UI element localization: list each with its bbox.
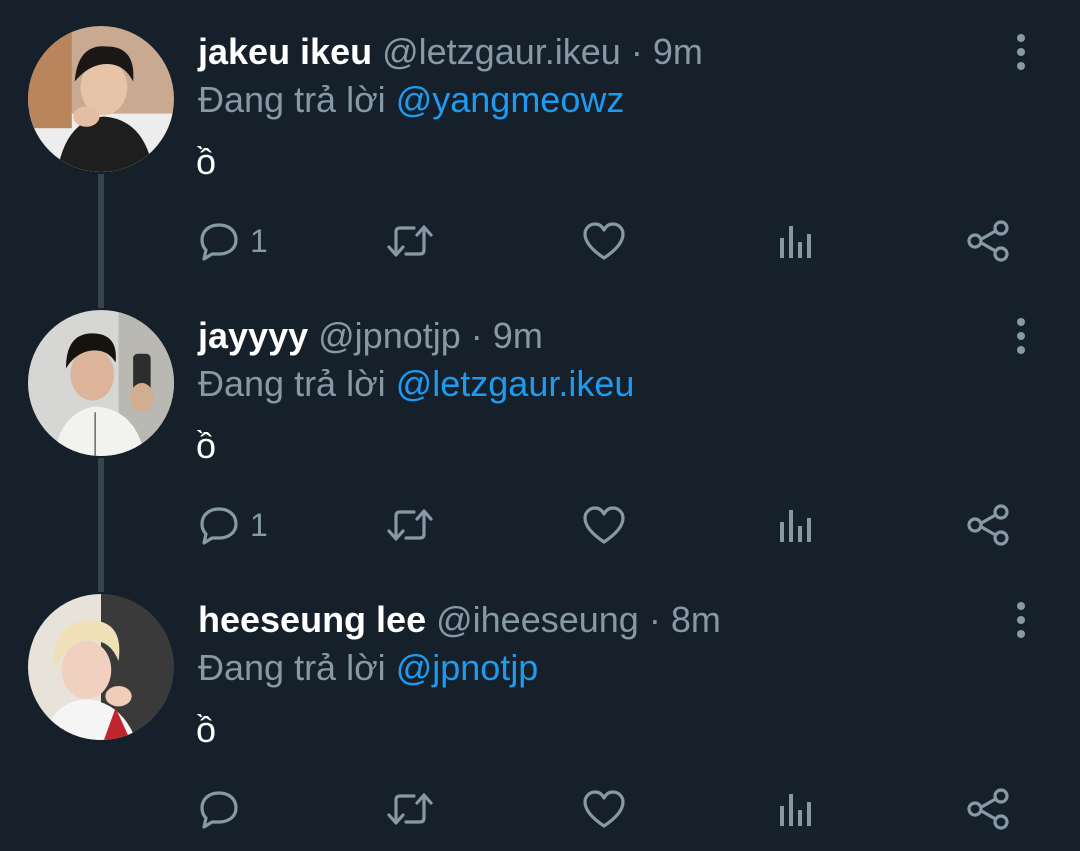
tweet-text: ồ [196, 425, 217, 466]
tweet-actions: 1 [0, 214, 1080, 268]
timestamp[interactable]: 9m [653, 31, 703, 72]
tweet-header: heeseung lee @iheeseung · 8m [198, 598, 721, 642]
user-handle[interactable]: @letzgaur.ikeu [382, 31, 621, 72]
user-handle[interactable]: @jpnotjp [318, 315, 461, 356]
separator-dot: · [630, 31, 643, 72]
replying-to-label: Đang trả lời [198, 79, 386, 120]
view-stats-button[interactable] [776, 782, 816, 836]
replying-to-line: Đang trả lời @yangmeowz [198, 78, 624, 122]
timestamp[interactable]: 8m [671, 599, 721, 640]
retweet-icon [387, 225, 433, 257]
reply-icon [200, 791, 238, 829]
stats-icon [780, 226, 811, 258]
share-button[interactable] [966, 214, 1010, 268]
reply-thread: jakeu ikeu @letzgaur.ikeu · 9m Đang trả … [0, 0, 1080, 851]
like-button[interactable] [582, 214, 626, 268]
tweet[interactable]: jakeu ikeu @letzgaur.ikeu · 9m Đang trả … [0, 0, 1080, 308]
retweet-icon [387, 509, 433, 541]
replying-to-mention[interactable]: @yangmeowz [396, 79, 625, 120]
replying-to-line: Đang trả lời @letzgaur.ikeu [198, 362, 634, 406]
reply-button[interactable]: 1 [198, 214, 268, 268]
tweet-header: jakeu ikeu @letzgaur.ikeu · 9m [198, 30, 703, 74]
view-stats-button[interactable] [776, 214, 816, 268]
like-button[interactable] [582, 498, 626, 552]
reply-button[interactable] [198, 782, 250, 836]
retweet-button[interactable] [386, 214, 434, 268]
share-button[interactable] [966, 782, 1010, 836]
like-button[interactable] [582, 782, 626, 836]
more-options-icon[interactable] [1008, 316, 1034, 356]
reply-count: 1 [250, 223, 268, 259]
like-icon [583, 790, 625, 828]
tweet[interactable]: jayyyy @jpnotjp · 9m Đang trả lời @letzg… [0, 284, 1080, 592]
stats-icon [780, 794, 811, 826]
share-icon [967, 220, 1009, 262]
display-name[interactable]: jakeu ikeu [198, 31, 372, 72]
like-icon [583, 506, 625, 544]
avatar[interactable] [28, 26, 174, 172]
tweet-text: ồ [196, 709, 217, 750]
replying-to-label: Đang trả lời [198, 363, 386, 404]
avatar[interactable] [28, 594, 174, 740]
tweet-header: jayyyy @jpnotjp · 9m [198, 314, 543, 358]
view-stats-button[interactable] [776, 498, 816, 552]
retweet-button[interactable] [386, 782, 434, 836]
reply-icon [200, 223, 238, 261]
replying-to-mention[interactable]: @jpnotjp [396, 647, 539, 688]
user-handle[interactable]: @iheeseung [436, 599, 639, 640]
display-name[interactable]: heeseung lee [198, 599, 426, 640]
tweet-text: ồ [196, 141, 217, 182]
retweet-button[interactable] [386, 498, 434, 552]
share-icon [967, 504, 1009, 546]
tweet-actions [0, 782, 1080, 836]
replying-to-line: Đang trả lời @jpnotjp [198, 646, 538, 690]
replying-to-mention[interactable]: @letzgaur.ikeu [396, 363, 635, 404]
stats-icon [780, 510, 811, 542]
replying-to-label: Đang trả lời [198, 647, 386, 688]
more-options-icon[interactable] [1008, 32, 1034, 72]
avatar[interactable] [28, 310, 174, 456]
like-icon [583, 222, 625, 260]
separator-dot: · [648, 599, 661, 640]
timestamp[interactable]: 9m [493, 315, 543, 356]
display-name[interactable]: jayyyy [198, 315, 308, 356]
more-options-icon[interactable] [1008, 600, 1034, 640]
tweet[interactable]: heeseung lee @iheeseung · 8m Đang trả lờ… [0, 568, 1080, 851]
share-button[interactable] [966, 498, 1010, 552]
separator-dot: · [470, 315, 483, 356]
share-icon [967, 788, 1009, 830]
reply-icon [200, 507, 238, 545]
tweet-actions: 1 [0, 498, 1080, 552]
retweet-icon [387, 793, 433, 825]
reply-count: 1 [250, 507, 268, 543]
reply-button[interactable]: 1 [198, 498, 268, 552]
